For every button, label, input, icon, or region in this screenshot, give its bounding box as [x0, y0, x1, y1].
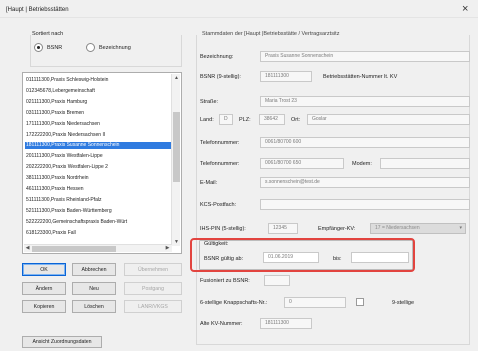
- alte-kv-label: Alte KV-Nummer:: [200, 321, 243, 327]
- strasse-label: Straße:: [200, 99, 219, 105]
- list-item[interactable]: 011111300,Praxis Schleswig-Holstein: [25, 77, 171, 84]
- close-icon[interactable]: ×: [462, 3, 468, 15]
- postgang-button[interactable]: Postgang: [124, 282, 182, 295]
- list-item[interactable]: 012345678,Lebergemeinschaft: [25, 88, 171, 95]
- sort-radio-bezeichnung-label: Bezeichnung: [99, 44, 131, 51]
- list-item[interactable]: 021111300,Praxis Hamburg: [25, 99, 171, 106]
- plz-label: PLZ:: [239, 117, 251, 123]
- list-item-selected[interactable]: 181111300,Praxis Susanne Sonnenschein: [25, 142, 171, 150]
- bezeichnung-field[interactable]: Praxis Susanne Sonnenschein: [260, 51, 470, 62]
- list-vertical-scrollbar[interactable]: ▲ ▼: [171, 74, 180, 246]
- email-field[interactable]: s.sonnenschein@test.de: [260, 177, 470, 188]
- list-item[interactable]: 461111300,Praxis Hessen: [25, 186, 171, 193]
- land-field[interactable]: D: [219, 114, 233, 125]
- scroll-down-icon[interactable]: ▼: [172, 239, 181, 245]
- abbrechen-button[interactable]: Abbrechen: [72, 263, 116, 276]
- telefon1-label: Telefonnummer:: [200, 140, 240, 146]
- title-separator: [0, 17, 478, 18]
- aendern-button[interactable]: Ändern: [22, 282, 66, 295]
- ik-field[interactable]: 12345: [268, 223, 298, 234]
- list-item[interactable]: 381111300,Praxis Nordrhein: [25, 175, 171, 182]
- ort-field[interactable]: Goslar: [307, 114, 470, 125]
- list-scroll-thumb[interactable]: [173, 112, 180, 182]
- loeschen-button[interactable]: Löschen: [72, 300, 116, 313]
- telefon2-label: Telefonnummer:: [200, 161, 240, 167]
- sort-radio-bsnr[interactable]: BSNR: [34, 43, 62, 52]
- empfaenger-select[interactable]: 17 = Niedersachsen ▾: [370, 223, 466, 234]
- bsnr-field[interactable]: 181111300: [260, 71, 312, 82]
- ik-label: IHS-PIN (5-stellig):: [200, 226, 246, 232]
- list-item[interactable]: 511111300,Praxis Rheinland-Pfalz: [25, 197, 171, 204]
- list-item[interactable]: 521111300,Praxis Baden-Württemberg: [25, 208, 171, 215]
- email-label: E-Mail:: [200, 180, 218, 186]
- bsnr-suffix-text: Betriebsstätten-Nummer lt. KV: [323, 74, 398, 80]
- ansicht-zuordnungsdaten-button[interactable]: Ansicht Zuordnungsdaten: [22, 336, 102, 348]
- list-hscroll-thumb[interactable]: [32, 246, 116, 252]
- neu-button[interactable]: Neu: [72, 282, 116, 295]
- list-item[interactable]: 031111300,Praxis Bremen: [25, 110, 171, 117]
- list-item[interactable]: 618123300,Praxis Fall: [25, 230, 171, 237]
- knappschaft-suffix-text: 9-stellige: [392, 300, 415, 306]
- radio-selected-icon: [34, 43, 43, 52]
- scroll-left-icon[interactable]: ◀: [24, 245, 31, 251]
- modem-field[interactable]: [380, 158, 470, 169]
- land-label: Land:: [200, 117, 214, 123]
- knappschaft-label: 6-stellige Knappschafts-Nr.:: [200, 300, 268, 306]
- highlight-box: [190, 238, 415, 272]
- empfaenger-select-value: 17 = Niedersachsen: [375, 225, 420, 231]
- plz-field[interactable]: 38642: [259, 114, 285, 125]
- fusioniert-label: Fusioniert zu BSNR:: [200, 278, 250, 284]
- strasse-field[interactable]: Maria Trost 23: [260, 96, 470, 107]
- bezeichnung-label: Bezeichnung:: [200, 54, 234, 60]
- list-item[interactable]: 172222200,Praxis Niedersachsen II: [25, 132, 171, 139]
- scroll-right-icon[interactable]: ▶: [164, 245, 171, 251]
- chevron-down-icon: ▾: [459, 225, 462, 231]
- sort-radio-bezeichnung[interactable]: Bezeichnung: [86, 43, 131, 52]
- lanr-vkgs-button[interactable]: LANR/VKGS: [124, 300, 182, 313]
- kopieren-button[interactable]: Kopieren: [22, 300, 66, 313]
- ok-button[interactable]: OK: [22, 263, 66, 276]
- bsnr-label: BSNR (9-stellig):: [200, 74, 241, 80]
- empfaenger-label: Empfänger-KV:: [318, 226, 356, 232]
- sort-radio-bsnr-label: BSNR: [47, 44, 63, 51]
- kcs-label: KCS-Postfach:: [200, 202, 237, 208]
- uebernehmen-button[interactable]: Übernehmen: [124, 263, 182, 276]
- list-horizontal-scrollbar[interactable]: ◀ ▶: [24, 244, 172, 252]
- fusioniert-field[interactable]: [264, 275, 290, 286]
- alte-kv-field[interactable]: 181111300: [260, 318, 312, 329]
- list-item[interactable]: 171111300,Praxis Niedersachsen: [25, 121, 171, 128]
- window-title: [Haupt | Betriebsstätten: [6, 7, 69, 13]
- knappschaft-field[interactable]: 0: [284, 297, 346, 308]
- scroll-up-icon[interactable]: ▲: [172, 75, 181, 81]
- list-item[interactable]: 201111300,Praxis Westfalen-Lippe: [25, 153, 171, 160]
- knappschaft-checkbox[interactable]: [356, 298, 364, 306]
- radio-unselected-icon: [86, 43, 95, 52]
- list-item[interactable]: 202222200,Praxis Westfalen-Lippe 2: [25, 164, 171, 171]
- telefon2-field[interactable]: 0061/80700 650: [260, 158, 344, 169]
- ort-label: Ort:: [291, 117, 301, 123]
- betriebsstaetten-list[interactable]: 011111300,Praxis Schleswig-Holstein 01234…: [22, 72, 182, 254]
- modem-label: Modem:: [352, 161, 372, 167]
- kcs-field[interactable]: [260, 199, 470, 210]
- telefon1-field[interactable]: 0061/80700 600: [260, 137, 470, 148]
- list-item[interactable]: 522222200,Gemeinschaftspraxis Baden-Würt: [25, 219, 171, 226]
